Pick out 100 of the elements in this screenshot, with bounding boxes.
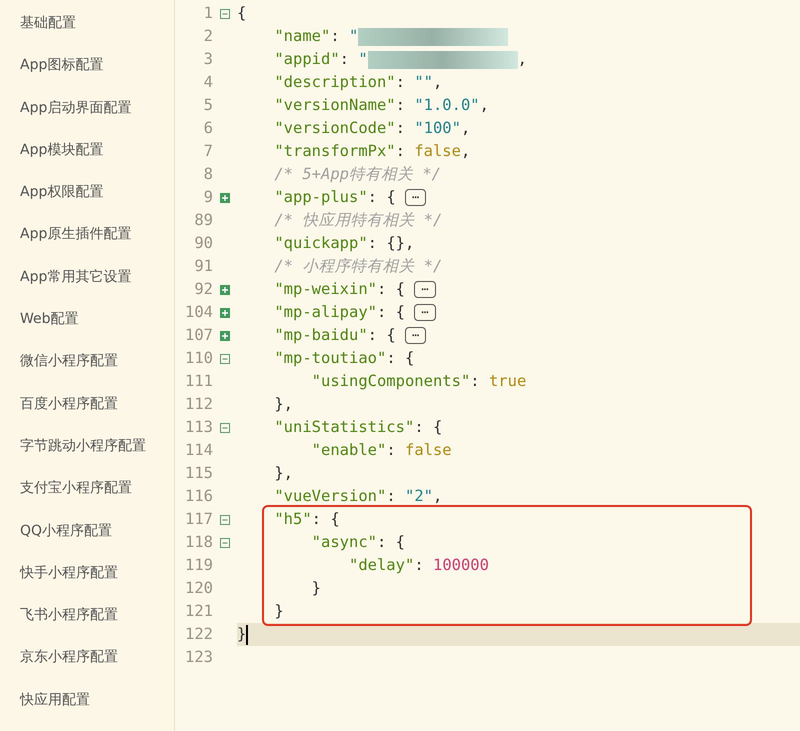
code-comment: /* 5+App特有相关 */ — [273, 164, 441, 185]
line-number: 104 — [184, 302, 213, 323]
code-token: , — [460, 118, 470, 139]
line-number: 119 — [184, 554, 213, 576]
code-token: "usingComponents" — [310, 370, 470, 392]
line-number: 122 — [184, 624, 213, 645]
code-comment: /* 快应用特有相关 */ — [273, 210, 442, 231]
line-number: 4 — [202, 72, 213, 93]
code-token: : { — [376, 302, 406, 323]
sidebar-item[interactable]: 快手小程序配置 — [0, 562, 174, 604]
expand-icon[interactable] — [220, 284, 230, 294]
code-token: : { — [386, 348, 414, 369]
sidebar-item[interactable]: 基础配置 — [0, 12, 174, 54]
code-token: "async" — [310, 532, 377, 553]
code-token: "enable" — [310, 440, 386, 461]
code-token: "h5" — [273, 508, 312, 530]
code-token: "vueVersion" — [273, 486, 386, 507]
collapse-icon[interactable] — [220, 354, 230, 364]
line-number: 6 — [202, 118, 213, 139]
code-token: }, — [273, 394, 293, 415]
sidebar-item[interactable]: 字节跳动小程序配置 — [0, 434, 174, 478]
sidebar-item[interactable]: QQ小程序配置 — [0, 520, 174, 562]
code-token: "uniStatistics" — [273, 416, 414, 438]
code-token: "versionName" — [273, 94, 396, 116]
code-token: "mp-toutiao" — [273, 348, 386, 369]
code-token: } — [310, 578, 321, 599]
line-number: 7 — [202, 140, 213, 162]
code-token: "versionCode" — [273, 118, 396, 139]
line-number: 112 — [184, 394, 213, 415]
sidebar-item[interactable]: App原生插件配置 — [0, 223, 174, 266]
code-token: "2" — [404, 486, 433, 507]
code-token: : — [330, 26, 341, 47]
code-token: : { — [376, 278, 406, 300]
expand-icon[interactable] — [220, 330, 230, 340]
sidebar-item[interactable]: 快应用配置 — [0, 688, 174, 731]
line-number: 110 — [184, 348, 213, 369]
code-token: }, — [273, 462, 293, 484]
code-token: : — [414, 554, 425, 576]
code-token: { — [237, 2, 246, 24]
expand-icon[interactable] — [220, 192, 230, 202]
collapse-icon[interactable] — [220, 538, 230, 548]
line-number: 8 — [202, 164, 213, 185]
sidebar-item[interactable]: 百度小程序配置 — [0, 392, 174, 435]
sidebar-item[interactable]: 飞书小程序配置 — [0, 604, 174, 646]
code-token: 100000 — [432, 554, 489, 576]
sidebar-item[interactable]: App图标配置 — [0, 54, 174, 97]
line-number: 116 — [184, 486, 213, 507]
line-number: 89 — [193, 210, 213, 231]
collapse-icon[interactable] — [220, 8, 230, 18]
collapsed-block-marker[interactable]: ⋯ — [404, 189, 426, 206]
line-number: 111 — [184, 370, 213, 392]
line-number: 92 — [193, 278, 213, 300]
line-number: 107 — [184, 324, 213, 346]
code-token: , — [480, 94, 489, 116]
sidebar-item[interactable]: Web配置 — [0, 308, 174, 350]
code-token: , — [432, 486, 442, 507]
code-token: : — [396, 94, 406, 116]
code-token: "1.0.0" — [414, 94, 480, 116]
code-token: : — [396, 140, 406, 162]
line-number: 115 — [184, 462, 213, 484]
code-token: : — [340, 48, 350, 70]
sidebar-item[interactable]: 微信小程序配置 — [0, 350, 174, 393]
code-token: "transformPx" — [273, 140, 396, 162]
code-token: : — [386, 486, 397, 507]
line-number: 121 — [184, 600, 213, 622]
expand-icon[interactable] — [220, 308, 230, 318]
code-token: "quickapp" — [273, 232, 368, 254]
collapsed-block-marker[interactable]: ⋯ — [414, 281, 436, 298]
collapse-icon[interactable] — [220, 422, 230, 432]
line-number: 117 — [184, 508, 213, 530]
code-token: "" — [414, 72, 433, 93]
line-number: 9 — [202, 186, 213, 208]
code-token: false — [414, 140, 461, 162]
sidebar-item[interactable]: App权限配置 — [0, 181, 174, 224]
sidebar-item[interactable]: App常用其它设置 — [0, 266, 174, 308]
code-token: , — [518, 48, 528, 70]
code-token: "mp-weixin" — [273, 278, 377, 300]
collapse-icon[interactable] — [220, 514, 230, 524]
code-token: "description" — [273, 72, 396, 93]
line-number: 123 — [184, 646, 213, 668]
line-number: 2 — [202, 26, 213, 47]
collapsed-block-marker[interactable]: ⋯ — [414, 304, 436, 321]
code-comment: /* 小程序特有相关 */ — [273, 256, 442, 277]
code-token: : — [470, 370, 481, 392]
code-token: "delay" — [348, 554, 414, 576]
collapsed-block-marker[interactable]: ⋯ — [404, 327, 426, 344]
code-token: "100" — [414, 118, 461, 139]
code-token: "name" — [273, 26, 330, 47]
line-number: 118 — [184, 532, 213, 553]
code-token: , — [432, 72, 442, 93]
code-token: : — [396, 72, 406, 93]
code-token: : — [396, 118, 406, 139]
code-token: : { — [414, 416, 442, 438]
sidebar-item[interactable]: App启动界面配置 — [0, 96, 174, 139]
sidebar-item[interactable]: 京东小程序配置 — [0, 646, 174, 689]
sidebar-item[interactable]: App模块配置 — [0, 138, 174, 182]
code-token: " — [358, 48, 368, 70]
line-number: 114 — [184, 440, 213, 461]
sidebar-item[interactable]: 支付宝小程序配置 — [0, 477, 174, 520]
code-token: "mp-baidu" — [273, 324, 368, 346]
